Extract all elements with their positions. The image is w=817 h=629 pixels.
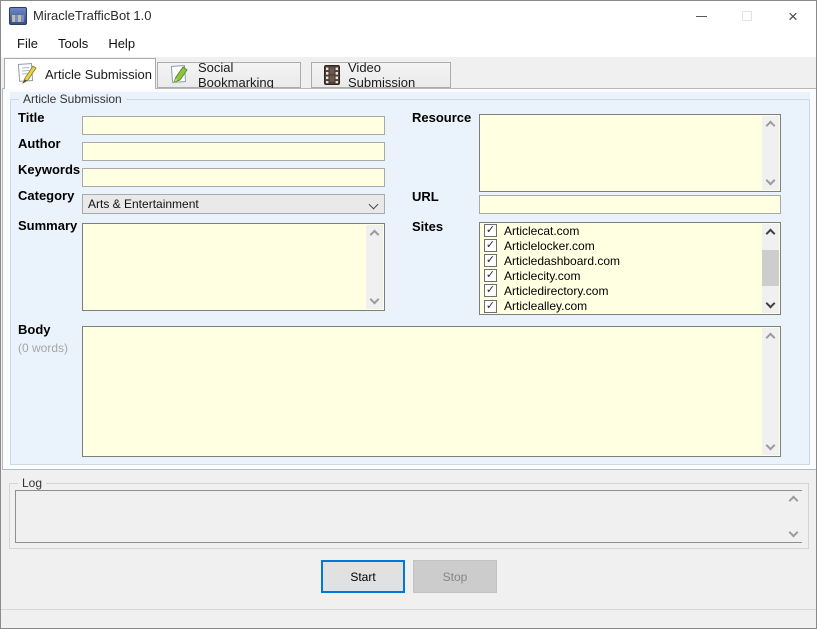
sites-label: Sites — [412, 219, 443, 234]
summary-label: Summary — [18, 218, 77, 233]
scroll-up-icon[interactable] — [762, 224, 779, 240]
maximize-icon — [742, 11, 752, 21]
article-submission-tabpage: Article Submission Title Author Keywords… — [2, 88, 817, 470]
article-submission-groupbox: Article Submission Title Author Keywords… — [10, 92, 810, 465]
resource-textarea[interactable] — [479, 114, 781, 192]
tab-article-submission[interactable]: Article Submission — [4, 58, 156, 89]
menu-tools[interactable]: Tools — [48, 31, 98, 57]
menu-help[interactable]: Help — [98, 31, 145, 57]
scroll-down-icon[interactable] — [366, 293, 383, 309]
status-bar — [1, 609, 816, 628]
body-label: Body — [18, 322, 51, 337]
url-input[interactable] — [479, 195, 781, 214]
site-list-item[interactable]: ✓Articlecat.com — [480, 223, 762, 238]
title-bar: MiracleTrafficBot 1.0 × — [1, 1, 816, 31]
resource-label: Resource — [412, 110, 471, 125]
menu-bar: File Tools Help — [1, 31, 816, 57]
scroll-up-icon[interactable] — [762, 116, 779, 132]
sites-checklist[interactable]: ✓Articlecat.com ✓Articlelocker.com ✓Arti… — [479, 222, 781, 315]
scroll-down-icon[interactable] — [785, 526, 802, 542]
summary-textarea[interactable] — [82, 223, 385, 311]
category-selected-value: Arts & Entertainment — [88, 197, 199, 211]
checkbox-checked-icon[interactable]: ✓ — [484, 224, 497, 237]
sites-scrollbar[interactable] — [762, 224, 779, 313]
app-logo-icon — [9, 7, 27, 25]
body-textarea[interactable] — [82, 326, 781, 457]
stop-button[interactable]: Stop — [413, 560, 497, 593]
close-button[interactable]: × — [770, 1, 816, 31]
scroll-down-icon[interactable] — [762, 297, 779, 313]
scroll-down-icon[interactable] — [762, 439, 779, 455]
log-output[interactable] — [15, 490, 802, 543]
summary-scrollbar[interactable] — [366, 225, 383, 309]
title-label: Title — [18, 110, 45, 125]
chevron-down-icon — [370, 201, 377, 208]
checkbox-checked-icon[interactable]: ✓ — [484, 269, 497, 282]
scroll-up-icon[interactable] — [762, 328, 779, 344]
site-list-item[interactable]: ✓Articlecity.com — [480, 268, 762, 283]
scroll-up-icon[interactable] — [785, 491, 802, 507]
body-scrollbar[interactable] — [762, 328, 779, 455]
window-controls: × — [678, 1, 816, 31]
author-label: Author — [18, 136, 61, 151]
start-button[interactable]: Start — [321, 560, 405, 593]
minimize-button[interactable] — [678, 1, 724, 31]
scrollbar-thumb[interactable] — [762, 250, 779, 286]
window-title: MiracleTrafficBot 1.0 — [33, 1, 152, 31]
log-scrollbar[interactable] — [785, 491, 802, 542]
tab-video-submission[interactable]: Video Submission — [311, 62, 451, 88]
body-word-count: (0 words) — [18, 341, 68, 355]
tab-label: Video Submission — [348, 60, 450, 90]
film-strip-icon — [324, 65, 340, 85]
category-select[interactable]: Arts & Entertainment — [82, 194, 385, 214]
site-list-item[interactable]: ✓Articlelocker.com — [480, 238, 762, 253]
resource-scrollbar[interactable] — [762, 116, 779, 190]
keywords-input[interactable] — [82, 168, 385, 187]
keywords-label: Keywords — [18, 162, 80, 177]
app-window: MiracleTrafficBot 1.0 × File Tools Help … — [0, 0, 817, 629]
site-list-item[interactable]: ✓Articledashboard.com — [480, 253, 762, 268]
site-list-item[interactable]: ✓Articlealley.com — [480, 298, 762, 313]
checkbox-checked-icon[interactable]: ✓ — [484, 284, 497, 297]
tab-social-bookmarking[interactable]: Social Bookmarking — [157, 62, 301, 88]
url-label: URL — [412, 189, 439, 204]
author-input[interactable] — [82, 142, 385, 161]
scroll-down-icon[interactable] — [762, 174, 779, 190]
tab-label: Article Submission — [45, 67, 152, 82]
menu-file[interactable]: File — [7, 31, 48, 57]
document-pencil-green-icon — [170, 65, 190, 85]
close-icon: × — [788, 8, 798, 25]
category-label: Category — [18, 188, 74, 203]
title-input[interactable] — [82, 116, 385, 135]
minimize-icon — [696, 16, 707, 17]
checkbox-checked-icon[interactable]: ✓ — [484, 239, 497, 252]
document-pencil-icon — [17, 63, 37, 85]
log-title: Log — [18, 476, 46, 490]
checkbox-checked-icon[interactable]: ✓ — [484, 254, 497, 267]
checkbox-checked-icon[interactable]: ✓ — [484, 300, 497, 313]
tab-label: Social Bookmarking — [198, 60, 300, 90]
log-groupbox: Log — [9, 476, 809, 549]
groupbox-title: Article Submission — [19, 92, 126, 106]
scroll-up-icon[interactable] — [366, 225, 383, 241]
site-list-item[interactable]: ✓Articledirectory.com — [480, 283, 762, 298]
maximize-button[interactable] — [724, 1, 770, 31]
